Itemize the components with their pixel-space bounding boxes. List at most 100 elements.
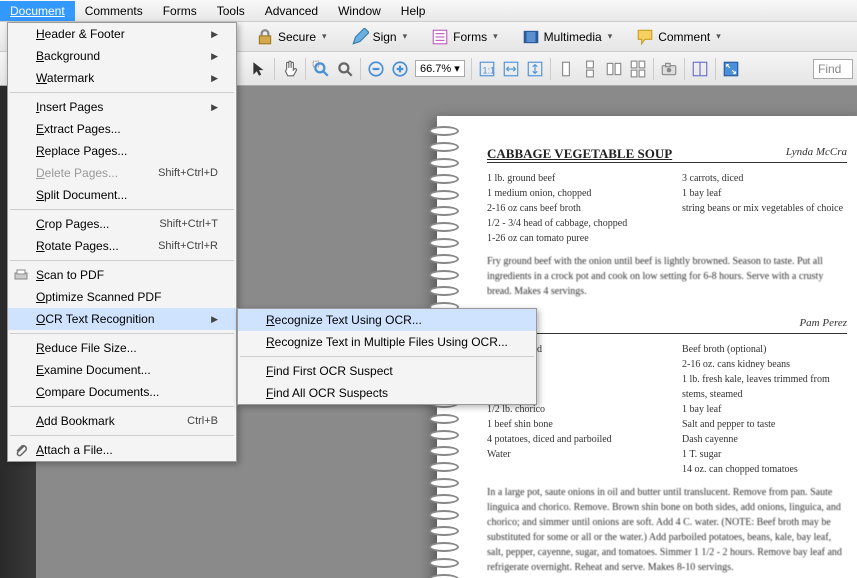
menu-item-examine-document[interactable]: Examine Document... [8,359,236,381]
ocr-submenu: Recognize Text Using OCR... Recognize Tex… [237,308,537,405]
menu-item-rotate-pages[interactable]: Rotate Pages... Shift+Ctrl+R [8,235,236,257]
menu-help[interactable]: Help [391,1,436,21]
zoom-in-icon[interactable] [391,60,409,78]
forms-icon [431,28,449,46]
menu-window[interactable]: Window [328,1,391,21]
recipe-2-instructions: In a large pot, saute onions in oil and … [487,485,847,575]
menu-advanced[interactable]: Advanced [255,1,328,21]
menu-item-attach-a-file[interactable]: Attach a File... [8,439,236,461]
menu-item-label: Recognize Text in Multiple Files Using O… [266,335,508,349]
zoom-field[interactable]: 66.7% ▾ [415,60,465,77]
two-up-cont-icon[interactable] [629,60,647,78]
menu-item-header-footer[interactable]: Header & Footer▶ [8,23,236,45]
menu-item-reduce-file-size[interactable]: Reduce File Size... [8,337,236,359]
recipe-1-title: CABBAGE VEGETABLE SOUP [487,146,672,162]
menu-shortcut: Shift+Ctrl+R [158,240,218,252]
menu-separator [10,406,234,407]
separator [715,58,716,80]
menu-item-label: Examine Document... [36,363,151,377]
menu-separator [10,435,234,436]
menu-item-watermark[interactable]: Watermark▶ [8,67,236,89]
pen-icon [351,28,369,46]
marquee-zoom-icon[interactable] [312,60,330,78]
single-page-icon[interactable] [557,60,575,78]
submenu-arrow-icon: ▶ [211,314,218,325]
menu-forms[interactable]: Forms [153,1,207,21]
select-icon[interactable] [250,60,268,78]
sign-button[interactable]: Sign [345,26,414,48]
menu-item-label: OCR Text Recognition [36,312,155,326]
menu-item-split-document[interactable]: Split Document... [8,184,236,206]
zoom-tool-icon[interactable] [336,60,354,78]
recipe-1-ingredients-left: 1 lb. ground beef1 medium onion, chopped… [487,171,652,246]
film-icon [522,28,540,46]
separator [471,58,472,80]
recipe-1-author: Lynda McCra [786,146,847,162]
snapshot-icon[interactable] [660,60,678,78]
comment-button[interactable]: Comment [630,26,727,48]
menu-item-label: Extract Pages... [36,122,121,136]
secure-label: Secure [278,30,316,44]
lock-icon [256,28,274,46]
separator [550,58,551,80]
split-icon[interactable] [691,60,709,78]
svg-text:1:1: 1:1 [482,65,495,75]
bubble-icon [636,28,654,46]
menu-separator [240,356,534,357]
secure-button[interactable]: Secure [250,26,333,48]
menubar: Document Comments Forms Tools Advanced W… [0,0,857,22]
menu-item-recognize-text-in-multiple-files-using-ocr[interactable]: Recognize Text in Multiple Files Using O… [238,331,536,353]
continuous-icon[interactable] [581,60,599,78]
menu-item-label: Replace Pages... [36,144,127,158]
menu-item-label: Compare Documents... [36,385,159,399]
menu-shortcut: Shift+Ctrl+D [158,167,218,179]
menu-item-label: Optimize Scanned PDF [36,290,161,304]
menu-item-label: Rotate Pages... [36,239,119,253]
menu-item-find-all-ocr-suspects[interactable]: Find All OCR Suspects [238,382,536,404]
separator [684,58,685,80]
zoom-out-icon[interactable] [367,60,385,78]
submenu-arrow-icon: ▶ [211,73,218,84]
menu-item-optimize-scanned-pdf[interactable]: Optimize Scanned PDF [8,286,236,308]
menu-item-find-first-ocr-suspect[interactable]: Find First OCR Suspect [238,360,536,382]
menu-item-recognize-text-using-ocr[interactable]: Recognize Text Using OCR... [238,309,536,331]
menu-item-label: Crop Pages... [36,217,109,231]
menu-tools[interactable]: Tools [207,1,255,21]
menu-separator [10,209,234,210]
menu-item-insert-pages[interactable]: Insert Pages▶ [8,96,236,118]
menu-item-add-bookmark[interactable]: Add BookmarkCtrl+B [8,410,236,432]
menu-item-label: Background [36,49,100,63]
recipe-2-author: Pam Perez [799,317,847,333]
menu-item-replace-pages[interactable]: Replace Pages... [8,140,236,162]
fullscreen-icon[interactable] [722,60,740,78]
menu-shortcut: Shift+Ctrl+T [159,218,218,230]
menu-item-compare-documents[interactable]: Compare Documents... [8,381,236,403]
menu-item-delete-pages: Delete Pages...Shift+Ctrl+D [8,162,236,184]
hand-icon[interactable] [281,60,299,78]
find-field[interactable]: Find [813,59,853,79]
comment-label: Comment [658,30,710,44]
menu-item-label: Reduce File Size... [36,341,137,355]
multimedia-button[interactable]: Multimedia [516,26,619,48]
menu-item-crop-pages[interactable]: Crop Pages... Shift+Ctrl+T [8,213,236,235]
menu-item-scan-to-pdf[interactable]: Scan to PDF [8,264,236,286]
submenu-arrow-icon: ▶ [211,29,218,40]
menu-item-extract-pages[interactable]: Extract Pages... [8,118,236,140]
actual-size-icon[interactable]: 1:1 [478,60,496,78]
multimedia-label: Multimedia [544,30,602,44]
fit-page-icon[interactable] [526,60,544,78]
forms-button[interactable]: Forms [425,26,504,48]
document-menu: Header & Footer▶Background▶Watermark▶Ins… [7,22,237,462]
sign-label: Sign [373,30,397,44]
menu-separator [10,333,234,334]
fit-width-icon[interactable] [502,60,520,78]
recipe-2-ingredients-right: Beef broth (optional)2-16 oz. cans kidne… [682,342,847,477]
menu-separator [10,92,234,93]
two-up-icon[interactable] [605,60,623,78]
menu-comments[interactable]: Comments [75,1,153,21]
menu-document[interactable]: Document [0,1,75,21]
menu-item-ocr-text-recognition[interactable]: OCR Text Recognition ▶ [8,308,236,330]
recipe-1-ingredients-right: 3 carrots, diced1 bay leafstring beans o… [682,171,847,246]
menu-item-label: Scan to PDF [36,268,104,282]
menu-item-background[interactable]: Background▶ [8,45,236,67]
